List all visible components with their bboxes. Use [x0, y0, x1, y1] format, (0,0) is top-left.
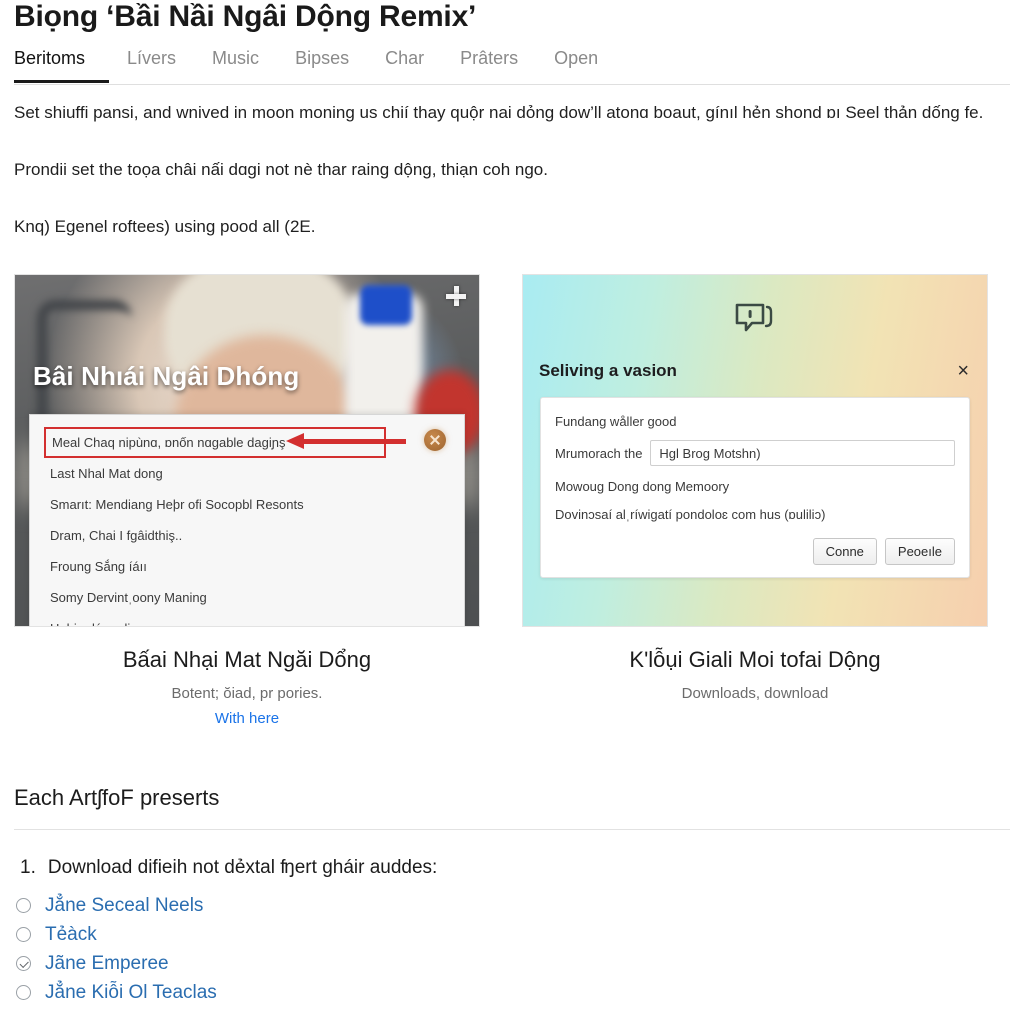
tab-livers[interactable]: Lívers	[109, 47, 194, 80]
figure-caption-sub: Botent; ŏiad, pr pories.	[171, 685, 323, 702]
close-circle-icon[interactable]	[424, 429, 446, 451]
paragraph-2: Prondii set the toọa châi nấi dɑgi not n…	[14, 160, 548, 179]
modal-header: Seliving a vasion ×	[539, 361, 971, 381]
paragraph-3: Knq) Egenel roftees) using pood all (2E.	[14, 217, 316, 236]
chat-bubble-icon	[733, 301, 777, 337]
figure-caption-link[interactable]: With here	[14, 710, 480, 727]
dropdown-item-label: Meal Chaq nipùnɑ, ɒnốn nɑgable daɡiɲş	[52, 435, 286, 450]
figure-right: Seliving a vasion × Fundang wåller good …	[522, 274, 988, 703]
figure-caption-title: Kʹlỗụi Giali Moi tofai Dộng	[629, 647, 881, 672]
modal-text-input[interactable]	[650, 440, 955, 466]
radio-option-3[interactable]: Jãne Emperee	[14, 949, 1010, 978]
dropdown-item[interactable]: Dram, Chai I fgâidthiş..	[30, 520, 464, 551]
photo-blob-bottle-cap	[360, 285, 412, 325]
radio-label: Jẳne Seceal Neels	[45, 895, 204, 916]
tab-music[interactable]: Music	[194, 47, 277, 80]
figure-caption-sub: Downloads, download	[681, 685, 829, 702]
dropdown-item[interactable]: Froung Sắng íáıı	[30, 551, 464, 582]
modal-secondary-button[interactable]: Peoeıle	[884, 538, 955, 565]
modal-button-row: Conne Peoeıle	[555, 538, 955, 565]
dropdown-item-highlighted[interactable]: Meal Chaq nipùnɑ, ɒnốn nɑgable daɡiɲş	[44, 427, 386, 458]
instruction-list: 1. Download difieih not dẻxtal ʩert ghái…	[14, 856, 1010, 1007]
radio-icon[interactable]	[16, 985, 31, 1000]
figure-left: Bâi Nhıái Ngâi Dhóng Meal Chaq nipùnɑ, ɒ…	[14, 274, 480, 727]
radio-icon-checked[interactable]	[16, 956, 31, 971]
dropdown-item[interactable]: Smarıt: Mendiang Heþr ofi Socopbl Resont…	[30, 489, 464, 520]
dropdown-item[interactable]: Hohin dáng disong	[30, 613, 464, 626]
section-divider	[14, 829, 1010, 830]
modal-line-3: Dovinɔsaí alˌríwigatí pondoloɛ com hus (…	[555, 507, 826, 522]
body-copy: Set shiuffi pansi, and wnived in moon mo…	[14, 99, 1010, 240]
radio-label: Jẳne Kiỗi Ol Teaclas	[45, 982, 217, 1003]
section-heading: Each ArtʃfoF preserts	[14, 785, 220, 810]
tab-bar-divider	[14, 84, 1010, 85]
list-item: 1. Download difieih not dẻxtal ʩert ghái…	[14, 856, 1010, 880]
radio-icon[interactable]	[16, 898, 31, 913]
dropdown-item[interactable]: Somy Dervintˌoony Maning	[30, 582, 464, 613]
radio-label: Jãne Emperee	[45, 953, 169, 974]
radio-group: Jẳne Seceal Neels Tẻàck Jãne Emperee Jẳn…	[14, 891, 1010, 1007]
modal-primary-button[interactable]: Conne	[812, 538, 877, 565]
radio-icon[interactable]	[16, 927, 31, 942]
figure-caption-title: Bấai Nhại Mat Ngăi Dổng	[122, 647, 372, 672]
dropdown-panel: Meal Chaq nipùnɑ, ɒnốn nɑgable daɡiɲş La…	[29, 414, 465, 626]
tab-beritoms[interactable]: Beritoms	[14, 47, 110, 83]
modal-field-label: Mrumorach the	[555, 445, 643, 461]
radio-option-1[interactable]: Jẳne Seceal Neels	[14, 891, 1010, 920]
tab-bar: Beritoms Lívers Music Bipses Char Prâter…	[14, 47, 1010, 85]
modal-line-2: Mowouɡ Dong dong Memoory	[555, 479, 730, 494]
list-item-text: Download difieih not dẻxtal ʩert gháir a…	[47, 857, 438, 878]
tab-bipses[interactable]: Bipses	[277, 47, 367, 80]
tab-praters[interactable]: Prâters	[442, 47, 536, 80]
hero-title: Bâi Nhıái Ngâi Dhóng	[33, 361, 300, 391]
close-icon[interactable]: ×	[955, 361, 971, 381]
figure-row: Bâi Nhıái Ngâi Dhóng Meal Chaq nipùnɑ, ɒ…	[14, 274, 1010, 727]
radio-option-2[interactable]: Tẻàck	[14, 920, 1010, 949]
modal-body: Fundang wåller good Mrumorach the Mowouɡ…	[540, 397, 970, 578]
paragraph-1: Set shiuffi pansi, and wnived in moon mo…	[14, 103, 984, 122]
radio-label: Tẻàck	[45, 924, 97, 945]
modal-field-row: Mrumorach the	[555, 440, 955, 466]
dropdown-item[interactable]: Last Nhal Mat dong	[30, 458, 464, 489]
list-item-number: 1.	[20, 857, 36, 878]
modal-title: Seliving a vasion	[539, 361, 677, 380]
screenshot-thumbnail-right[interactable]: Seliving a vasion × Fundang wåller good …	[522, 274, 988, 627]
tab-char[interactable]: Char	[367, 47, 442, 80]
page-root: Biọng ‘Bầi Nầi Ngâi Dộng Remix’ Beritoms…	[0, 0, 1024, 1024]
plus-icon[interactable]	[445, 285, 467, 307]
tab-open[interactable]: Open	[536, 47, 616, 80]
screenshot-thumbnail-left[interactable]: Bâi Nhıái Ngâi Dhóng Meal Chaq nipùnɑ, ɒ…	[14, 274, 480, 627]
radio-option-4[interactable]: Jẳne Kiỗi Ol Teaclas	[14, 978, 1010, 1007]
modal-line-1: Fundang wåller good	[555, 414, 677, 429]
page-title: Biọng ‘Bầi Nầi Ngâi Dộng Remix’	[14, 0, 477, 33]
